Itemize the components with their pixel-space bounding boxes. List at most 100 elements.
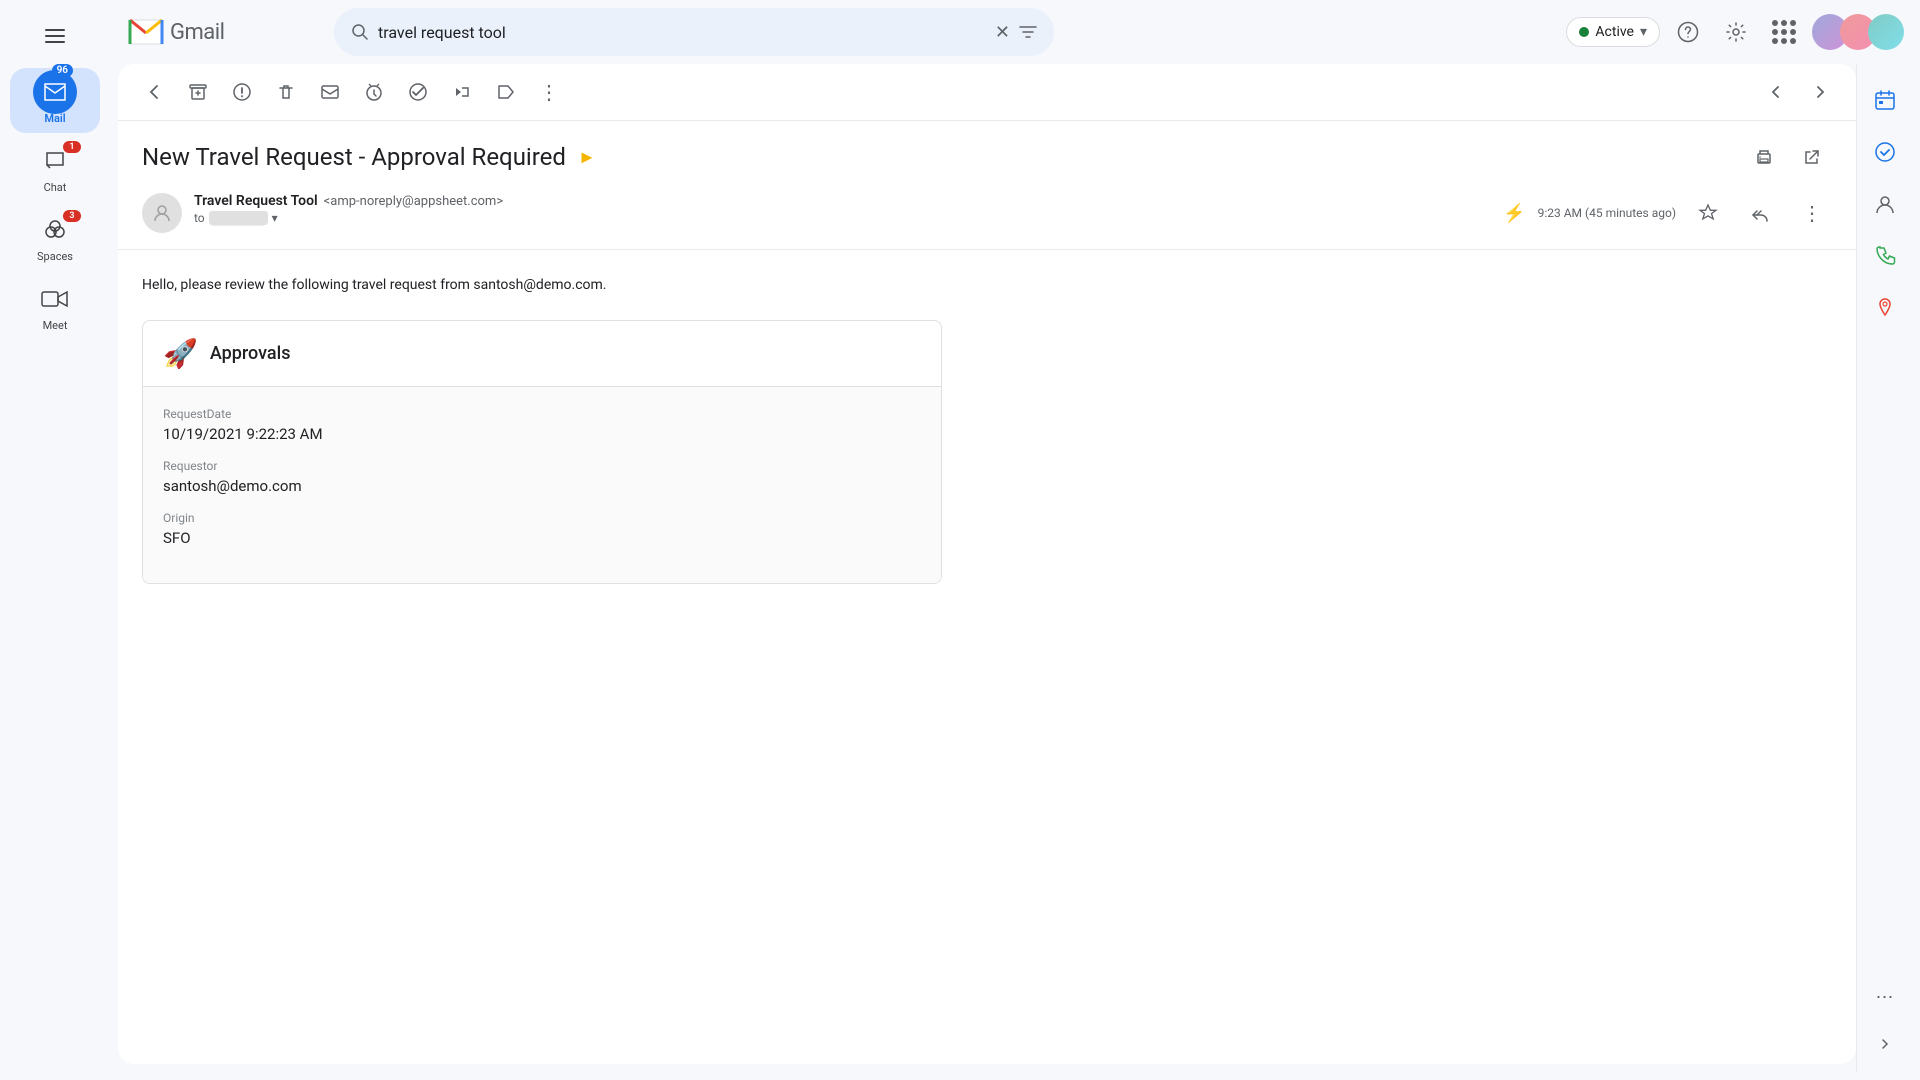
active-chevron-icon: ▾ <box>1640 24 1647 40</box>
approval-card-header: 🚀 Approvals <box>143 321 941 387</box>
topbar: Gmail travel request tool ✕ Active ▾ <box>110 0 1920 64</box>
sender-to-row: to ██████ ▾ <box>194 211 1491 225</box>
mail-badge: 96 <box>52 64 73 77</box>
maps-panel-button[interactable] <box>1865 288 1905 328</box>
reply-all-button[interactable] <box>1740 193 1780 233</box>
active-dot <box>1579 27 1589 37</box>
meet-label: Meet <box>43 319 68 332</box>
approval-card: 🚀 Approvals RequestDate 10/19/2021 9:22:… <box>142 320 942 584</box>
google-apps-grid-icon <box>1770 18 1798 46</box>
to-label: to <box>194 211 205 225</box>
topbar-right: Active ▾ <box>1566 12 1904 52</box>
email-greeting: Hello, please review the following trave… <box>142 274 1832 296</box>
active-label: Active <box>1595 24 1634 40</box>
mail-icon: 96 <box>33 70 77 114</box>
more-dots-icon: ⋯ <box>1876 987 1894 1008</box>
report-button[interactable] <box>222 72 262 112</box>
field-requestor-value: santosh@demo.com <box>163 477 921 495</box>
mail-icon-wrap: 96 <box>27 76 83 108</box>
field-requestor-label: Requestor <box>163 459 921 473</box>
spaces-label: Spaces <box>37 250 73 263</box>
profile-area <box>1812 14 1904 50</box>
approval-title: Approvals <box>210 343 291 364</box>
move-to-button[interactable] <box>442 72 482 112</box>
mark-unread-button[interactable] <box>310 72 350 112</box>
archive-button[interactable] <box>178 72 218 112</box>
google-apps-button[interactable] <box>1764 12 1804 52</box>
email-header: New Travel Request - Approval Required ► <box>118 121 1856 250</box>
email-time: 9:23 AM (45 minutes ago) <box>1538 206 1676 220</box>
print-button[interactable] <box>1744 137 1784 177</box>
search-input[interactable]: travel request tool <box>378 23 987 42</box>
search-bar[interactable]: travel request tool ✕ <box>334 8 1054 56</box>
settings-button[interactable] <box>1716 12 1756 52</box>
tasks-panel-button[interactable] <box>1865 132 1905 172</box>
email-content-area: ⋮ <box>118 64 1856 1064</box>
email-meta-right: ⚡ 9:23 AM (45 minutes ago) <box>1503 193 1832 233</box>
sender-avatar <box>142 193 182 233</box>
sidebar-item-chat[interactable]: 1 Chat <box>10 137 100 202</box>
add-task-button[interactable] <box>398 72 438 112</box>
email-subject: New Travel Request - Approval Required <box>142 143 566 171</box>
gmail-logo-text: Gmail <box>170 20 224 45</box>
rocket-icon: 🚀 <box>163 337 198 370</box>
search-icon <box>350 22 370 42</box>
chat-icon-wrap: 1 <box>27 145 83 177</box>
forward-label-icon: ► <box>578 147 596 168</box>
field-request-date: RequestDate 10/19/2021 9:22:23 AM <box>163 407 921 443</box>
phone-panel-button[interactable] <box>1865 236 1905 276</box>
email-toolbar: ⋮ <box>118 64 1856 121</box>
search-clear-button[interactable]: ✕ <box>995 22 1010 43</box>
user-avatar[interactable] <box>1868 14 1904 50</box>
field-request-date-label: RequestDate <box>163 407 921 421</box>
field-origin-value: SFO <box>163 529 921 547</box>
star-button[interactable] <box>1688 193 1728 233</box>
calendar-panel-button[interactable] <box>1865 80 1905 120</box>
spaces-badge: 3 <box>63 210 81 222</box>
recipient-redacted: ██████ <box>209 211 268 225</box>
sidebar-item-spaces[interactable]: 3 Spaces <box>10 206 100 271</box>
sender-info: Travel Request Tool <amp-noreply@appshee… <box>194 193 1491 225</box>
expand-recipients-button[interactable]: ▾ <box>272 211 278 225</box>
right-panel: ⋯ <box>1856 64 1912 1072</box>
lightning-icon: ⚡ <box>1503 203 1525 224</box>
email-more-button[interactable]: ⋮ <box>1792 193 1832 233</box>
sidebar-item-mail[interactable]: 96 Mail <box>10 68 100 133</box>
logo-area: Gmail <box>126 12 326 52</box>
snooze-button[interactable] <box>354 72 394 112</box>
chat-label: Chat <box>44 181 67 194</box>
content-wrapper: ⋮ <box>118 64 1912 1072</box>
next-email-button[interactable] <box>1800 72 1840 112</box>
field-request-date-value: 10/19/2021 9:22:23 AM <box>163 425 921 443</box>
right-panel-expand-button[interactable] <box>1877 1036 1893 1056</box>
spaces-icon-wrap: 3 <box>27 214 83 246</box>
main-wrapper: Gmail travel request tool ✕ Active ▾ <box>110 0 1920 1080</box>
field-origin: Origin SFO <box>163 511 921 547</box>
right-panel-more-button[interactable]: ⋯ <box>1876 987 1894 1008</box>
field-origin-label: Origin <box>163 511 921 525</box>
approval-card-body: RequestDate 10/19/2021 9:22:23 AM Reques… <box>143 387 941 583</box>
sender-email: <amp-noreply@appsheet.com> <box>324 194 503 209</box>
hamburger-button[interactable] <box>31 12 79 60</box>
sender-row: Travel Request Tool <amp-noreply@appshee… <box>142 193 1832 233</box>
more-actions-button[interactable]: ⋮ <box>530 72 570 112</box>
contacts-panel-button[interactable] <box>1865 184 1905 224</box>
label-button[interactable] <box>486 72 526 112</box>
search-filter-icon[interactable] <box>1018 22 1038 42</box>
chat-badge: 1 <box>63 141 81 153</box>
open-in-new-button[interactable] <box>1792 137 1832 177</box>
delete-button[interactable] <box>266 72 306 112</box>
email-subject-row: New Travel Request - Approval Required ► <box>142 137 1832 177</box>
meet-icon-wrap <box>27 283 83 315</box>
field-requestor: Requestor santosh@demo.com <box>163 459 921 495</box>
email-body: Hello, please review the following trave… <box>118 250 1856 1064</box>
help-button[interactable] <box>1668 12 1708 52</box>
sender-name: Travel Request Tool <box>194 193 318 209</box>
email-nav-buttons <box>1756 72 1840 112</box>
sidebar-item-meet[interactable]: Meet <box>10 275 100 340</box>
left-sidebar: 96 Mail 1 Chat 3 Spaces <box>0 0 110 1080</box>
active-status-button[interactable]: Active ▾ <box>1566 17 1660 47</box>
prev-email-button[interactable] <box>1756 72 1796 112</box>
header-right-actions <box>1744 137 1832 177</box>
back-button[interactable] <box>134 72 174 112</box>
